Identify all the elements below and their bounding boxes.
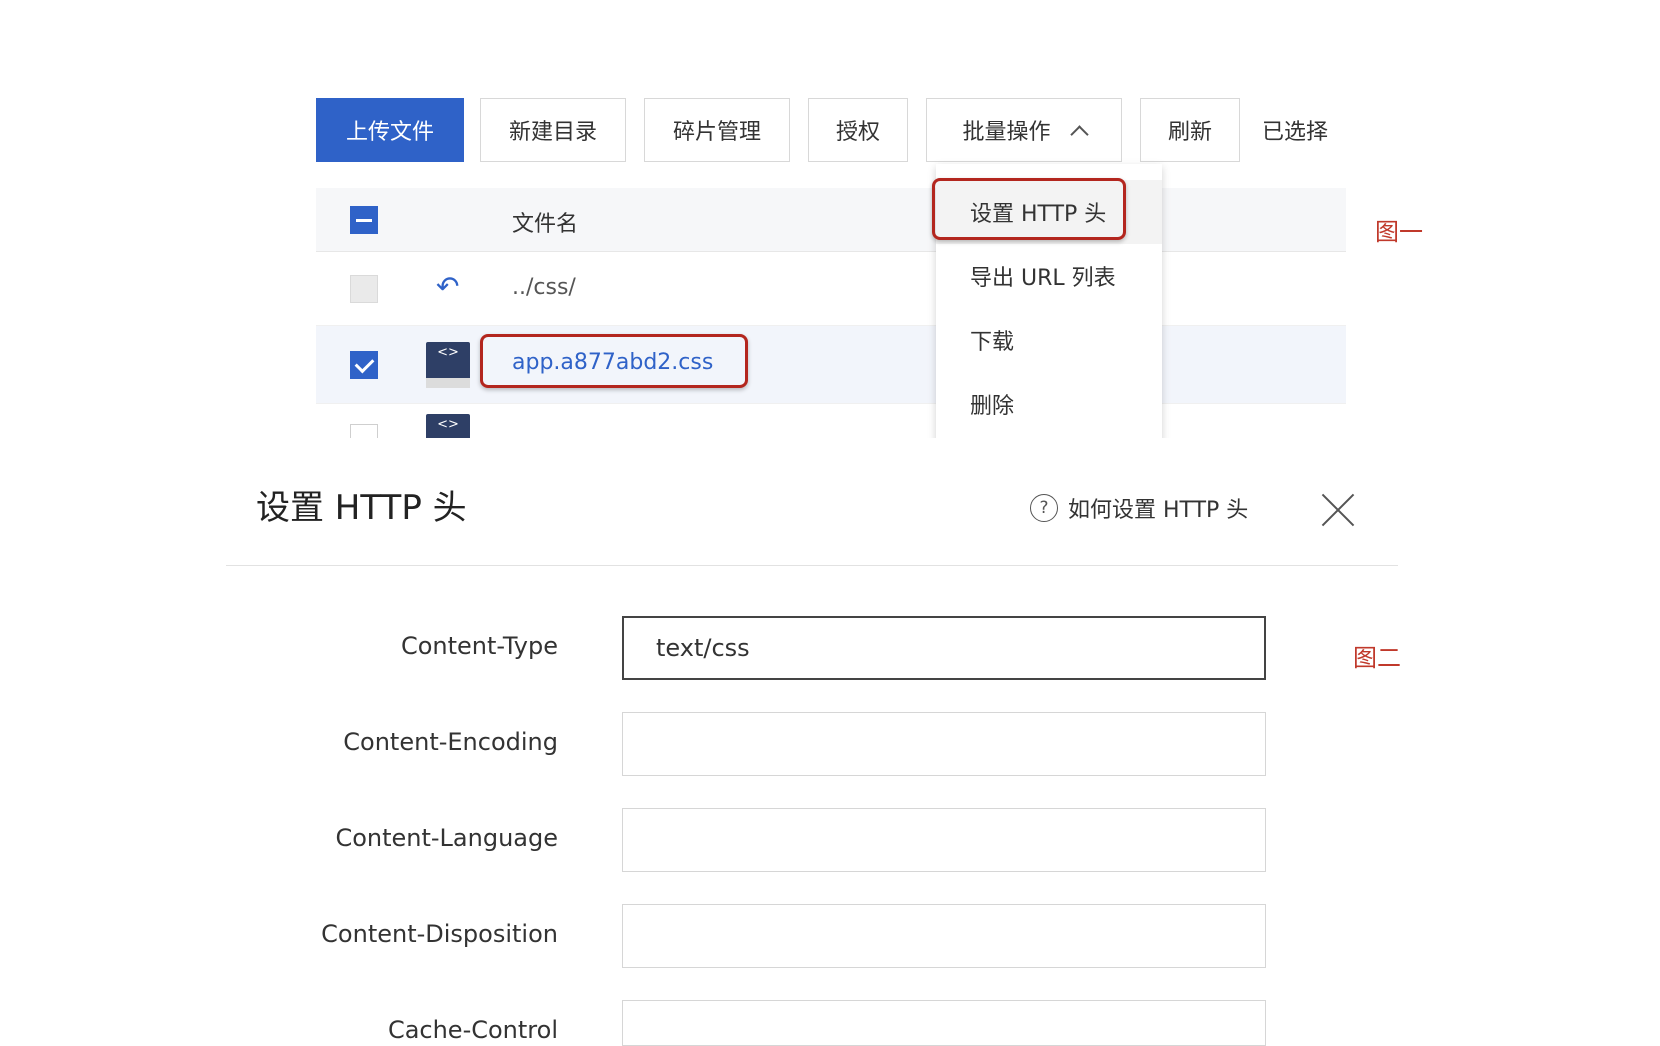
dialog-divider [226,565,1398,566]
highlight-box [480,334,748,388]
column-filename: 文件名 [512,212,579,237]
authorize-button[interactable]: 授权 [808,98,908,162]
content-type-input[interactable] [622,616,1266,680]
dialog-title: 设置 HTTP 头 [256,488,467,528]
row-checkbox [350,275,378,303]
batch-operations-button[interactable]: 批量操作 [926,98,1122,162]
code-file-icon: <> [426,342,470,388]
chevron-up-icon [1069,124,1089,144]
selected-count-text: 已选择 [1262,120,1329,145]
content-language-label: Content-Language [335,824,558,852]
menu-item-label: 下载 [970,330,1015,355]
row-checkbox[interactable] [350,424,378,438]
figure-2-caption: 图二 [1353,644,1401,672]
refresh-label: 刷新 [1167,120,1212,145]
code-file-icon: <> [426,414,470,438]
content-language-input[interactable] [622,808,1266,872]
help-link[interactable]: ? 如何设置 HTTP 头 [1030,492,1248,524]
table-row[interactable]: <> app.a877abd2.css [316,326,1346,404]
select-all-checkbox[interactable] [350,206,378,234]
batch-operations-label: 批量操作 [962,120,1051,145]
content-encoding-input[interactable] [622,712,1266,776]
fragment-management-button[interactable]: 碎片管理 [644,98,790,162]
cache-control-label: Cache-Control [387,1016,558,1044]
menu-item-download[interactable]: 下载 [936,308,1162,372]
parent-directory-link[interactable]: ../css/ [512,275,576,300]
fragment-management-label: 碎片管理 [672,120,761,145]
content-type-label: Content-Type [400,632,558,660]
new-directory-button[interactable]: 新建目录 [480,98,626,162]
menu-item-label: 导出 URL 列表 [970,266,1116,291]
help-link-label: 如何设置 HTTP 头 [1068,498,1249,523]
file-manager: 上传文件 新建目录 碎片管理 授权 批量操作 刷新 已选择 文件名 ↶ ../c… [316,98,1346,438]
table-row[interactable]: <> [316,404,1346,438]
close-icon[interactable] [1320,492,1356,528]
cache-control-input[interactable] [622,1000,1266,1046]
row-checkbox[interactable] [350,351,378,379]
table-header: 文件名 [316,188,1346,252]
menu-item-delete[interactable]: 删除 [936,372,1162,436]
highlight-box [932,178,1126,240]
content-disposition-input[interactable] [622,904,1266,968]
refresh-button[interactable]: 刷新 [1140,98,1240,162]
new-directory-label: 新建目录 [508,120,597,145]
authorize-label: 授权 [835,120,880,145]
help-icon: ? [1030,494,1058,522]
content-encoding-label: Content-Encoding [343,728,558,756]
menu-item-label: 删除 [970,394,1015,419]
back-arrow-icon: ↶ [436,270,460,303]
table-row[interactable]: ↶ ../css/ [316,252,1346,326]
content-disposition-label: Content-Disposition [321,920,558,948]
toolbar: 上传文件 新建目录 碎片管理 授权 批量操作 刷新 已选择 [316,98,1346,164]
figure-1-caption: 图一 [1375,218,1423,246]
upload-file-label: 上传文件 [345,120,434,145]
upload-file-button[interactable]: 上传文件 [316,98,464,162]
menu-item-export-url-list[interactable]: 导出 URL 列表 [936,244,1162,308]
